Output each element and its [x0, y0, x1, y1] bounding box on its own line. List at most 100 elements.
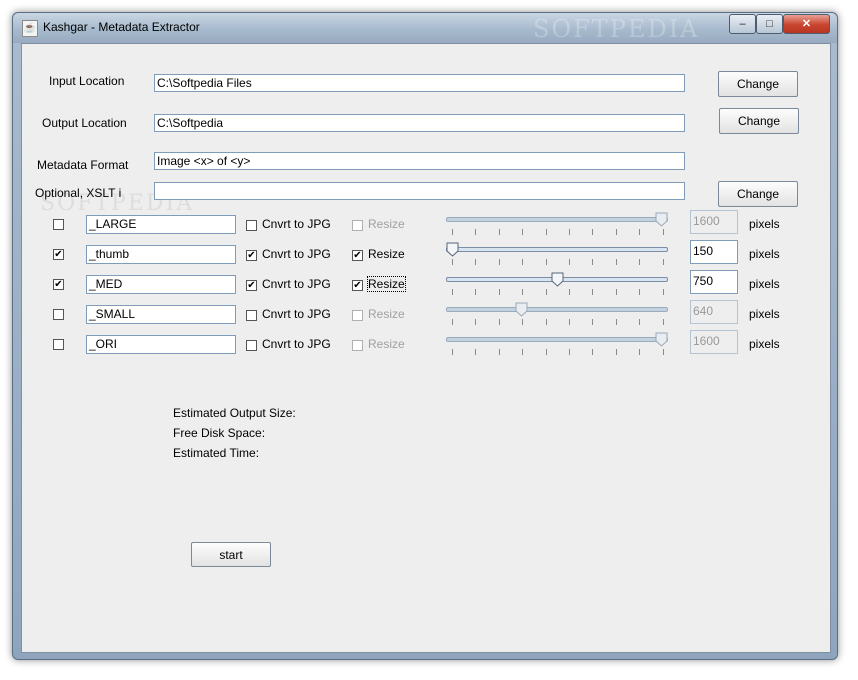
slider-tick [592, 319, 594, 325]
slider-thumb[interactable] [515, 302, 528, 317]
slider-tick [592, 259, 594, 265]
estimated-output-size-label: Estimated Output Size: [173, 406, 296, 420]
enable-checkbox[interactable]: ✔ [53, 249, 64, 260]
slider-tick [615, 229, 617, 235]
slider-thumb[interactable] [551, 272, 564, 287]
slider-tick [545, 289, 547, 295]
slider-tick [615, 349, 617, 355]
metadata-format-label: Metadata Format [37, 158, 129, 172]
main-panel: Input Location C:\Softpedia Files Change… [21, 43, 831, 653]
convert-jpg-checkbox[interactable] [246, 340, 257, 351]
metadata-format-field[interactable]: Image <x> of <y> [154, 152, 685, 170]
suffix-field[interactable]: _SMALL [86, 305, 236, 324]
enable-checkbox[interactable] [53, 309, 64, 320]
enable-checkbox[interactable]: ✔ [53, 279, 64, 290]
slider-tick [475, 349, 477, 355]
slider-tick [498, 289, 500, 295]
pixels-field[interactable]: 1600 [690, 330, 738, 354]
slider-tick [592, 289, 594, 295]
slider-tick [569, 319, 570, 325]
size-slider[interactable] [446, 212, 668, 237]
enable-checkbox[interactable] [53, 339, 64, 350]
slider-tick [452, 349, 453, 355]
pixels-field[interactable]: 640 [690, 300, 738, 324]
slider-tick [522, 259, 524, 265]
size-slider[interactable] [446, 332, 668, 357]
slider-tick [662, 289, 664, 295]
size-slider[interactable] [446, 302, 668, 327]
slider-thumb[interactable] [446, 242, 459, 257]
convert-jpg-label: Cnvrt to JPG [262, 277, 331, 291]
slider-tick [475, 319, 477, 325]
slider-tick [615, 259, 617, 265]
suffix-field[interactable]: _ORI [86, 335, 236, 354]
pixels-field[interactable]: 150 [690, 240, 738, 264]
slider-tick [475, 289, 477, 295]
slider-track [446, 337, 668, 342]
slider-tick [662, 259, 664, 265]
slider-tick [639, 349, 641, 355]
start-button[interactable]: start [191, 542, 271, 567]
output-location-field[interactable]: C:\Softpedia [154, 114, 685, 132]
slider-tick [522, 229, 524, 235]
slider-thumb[interactable] [655, 212, 668, 227]
size-slider[interactable] [446, 242, 668, 267]
suffix-field[interactable]: _thumb [86, 245, 236, 264]
window-title: Kashgar - Metadata Extractor [43, 20, 200, 34]
free-disk-space-label: Free Disk Space: [173, 426, 266, 440]
slider-tick [639, 319, 641, 325]
title-bar[interactable]: ☕ Kashgar - Metadata Extractor SOFTPEDIA… [13, 13, 837, 43]
slider-tick [592, 349, 594, 355]
slider-tick [498, 319, 500, 325]
convert-jpg-label: Cnvrt to JPG [262, 307, 331, 321]
pixels-unit-label: pixels [749, 277, 780, 291]
pixels-field[interactable]: 1600 [690, 210, 738, 234]
convert-jpg-label: Cnvrt to JPG [262, 217, 331, 231]
resize-label: Resize [368, 217, 405, 231]
pixels-field[interactable]: 750 [690, 270, 738, 294]
slider-tick [569, 289, 570, 295]
slider-tick [639, 259, 641, 265]
slider-tick [592, 229, 594, 235]
slider-tick [662, 349, 664, 355]
slider-tick [452, 289, 453, 295]
suffix-field[interactable]: _MED [86, 275, 236, 294]
pixels-unit-label: pixels [749, 307, 780, 321]
convert-jpg-checkbox[interactable]: ✔ [246, 280, 257, 291]
xslt-field[interactable] [154, 182, 685, 200]
convert-jpg-checkbox[interactable] [246, 310, 257, 321]
slider-track [446, 307, 668, 312]
resize-checkbox[interactable] [352, 310, 363, 321]
input-change-button[interactable]: Change [718, 71, 798, 97]
size-slider[interactable] [446, 272, 668, 297]
maximize-button[interactable]: □ [756, 14, 783, 34]
output-change-button[interactable]: Change [719, 108, 799, 134]
app-window: ☕ Kashgar - Metadata Extractor SOFTPEDIA… [12, 12, 838, 660]
input-location-field[interactable]: C:\Softpedia Files [154, 74, 685, 92]
slider-tick [545, 349, 547, 355]
pixels-unit-label: pixels [749, 217, 780, 231]
xslt-change-button[interactable]: Change [718, 181, 798, 207]
estimated-time-label: Estimated Time: [173, 446, 260, 460]
close-button[interactable]: ✕ [783, 14, 830, 34]
slider-tick [498, 259, 500, 265]
slider-tick [522, 289, 524, 295]
resize-checkbox[interactable]: ✔ [352, 250, 363, 261]
slider-tick [452, 319, 453, 325]
resize-checkbox[interactable] [352, 340, 363, 351]
slider-track [446, 217, 668, 222]
resize-checkbox[interactable] [352, 220, 363, 231]
pixels-unit-label: pixels [749, 247, 780, 261]
java-cup-icon: ☕ [22, 20, 38, 37]
convert-jpg-checkbox[interactable]: ✔ [246, 250, 257, 261]
slider-track [446, 247, 668, 252]
minimize-button[interactable]: – [729, 14, 756, 34]
enable-checkbox[interactable] [53, 219, 64, 230]
convert-jpg-checkbox[interactable] [246, 220, 257, 231]
slider-thumb[interactable] [655, 332, 668, 347]
suffix-field[interactable]: _LARGE [86, 215, 236, 234]
resize-label: Resize [367, 276, 406, 292]
slider-tick [569, 259, 570, 265]
xslt-label: Optional, XSLT i [35, 186, 122, 200]
resize-checkbox[interactable]: ✔ [352, 280, 363, 291]
